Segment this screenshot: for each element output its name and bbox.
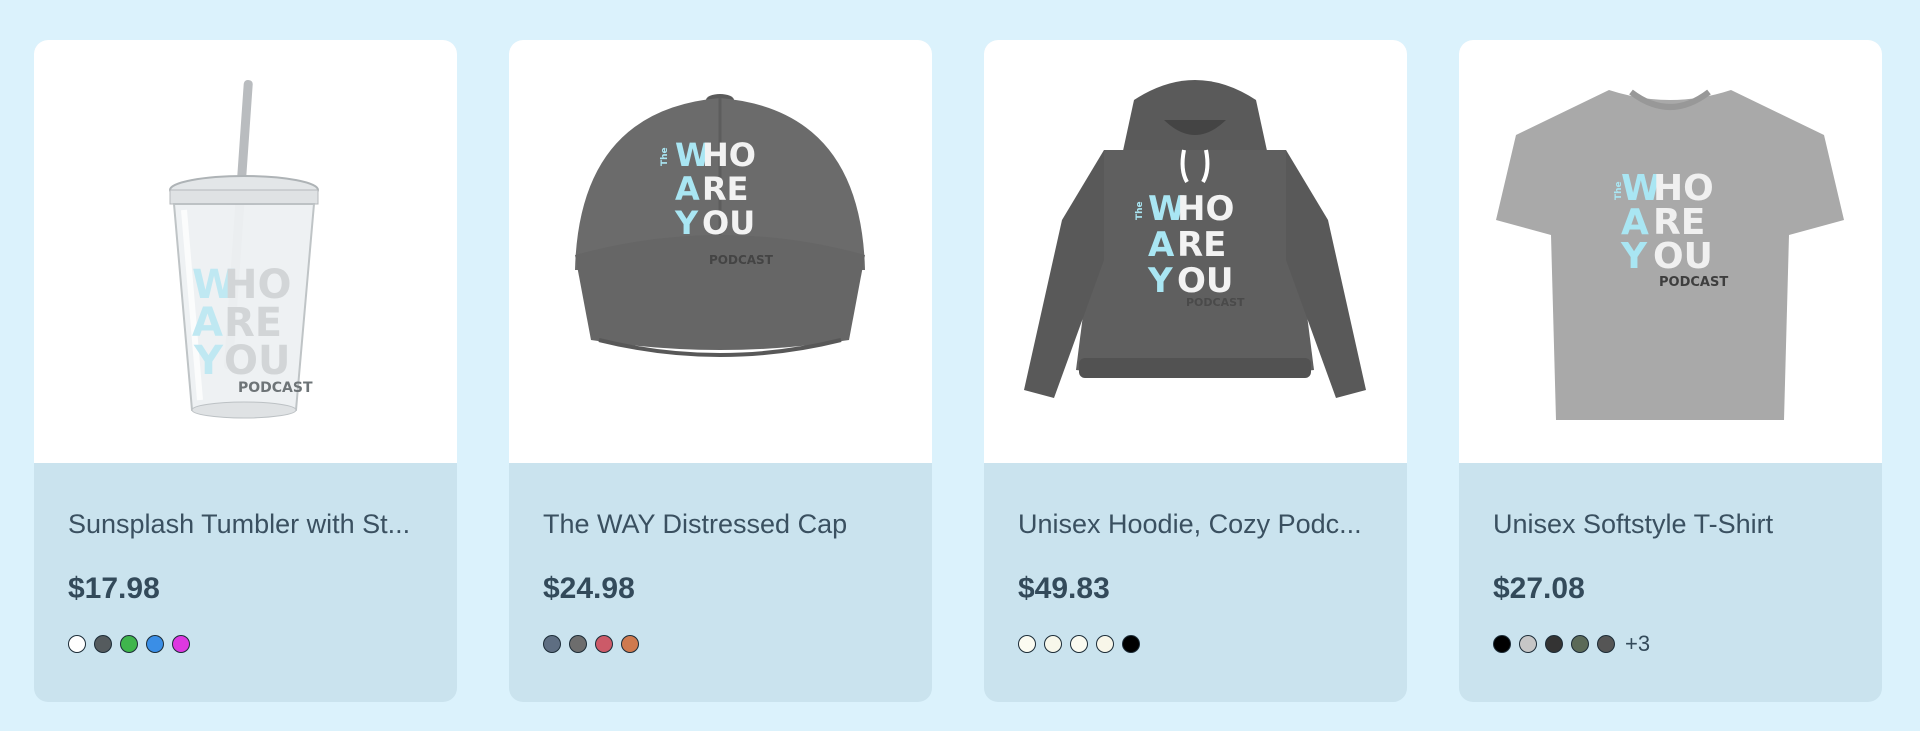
svg-text:The: The xyxy=(1135,201,1145,220)
color-swatches xyxy=(543,633,898,655)
product-image[interactable]: The W HO A RE Y OU PODCAST xyxy=(509,40,932,463)
color-swatch[interactable] xyxy=(120,635,138,653)
svg-text:Y: Y xyxy=(1620,236,1648,277)
color-swatch[interactable] xyxy=(68,635,86,653)
product-card[interactable]: The W HO A RE Y OU PODCAST Unisex Hoodie… xyxy=(984,40,1407,702)
color-swatch[interactable] xyxy=(1519,635,1537,653)
product-grid: W HO A RE Y OU PODCAST Sunsplash Tumbler… xyxy=(34,40,1882,702)
color-swatch[interactable] xyxy=(1096,635,1114,653)
color-swatches: +3 xyxy=(1493,631,1848,657)
more-colors-count[interactable]: +3 xyxy=(1625,631,1650,657)
svg-text:RE: RE xyxy=(1177,225,1226,265)
product-title[interactable]: Unisex Softstyle T-Shirt xyxy=(1493,507,1848,541)
svg-text:RE: RE xyxy=(702,170,749,208)
color-swatch[interactable] xyxy=(1070,635,1088,653)
svg-text:PODCAST: PODCAST xyxy=(1186,296,1245,309)
product-price: $24.98 xyxy=(543,572,635,605)
product-price: $27.08 xyxy=(1493,572,1585,605)
color-swatch[interactable] xyxy=(1493,635,1511,653)
svg-text:OU: OU xyxy=(1177,261,1234,301)
color-swatch[interactable] xyxy=(1597,635,1615,653)
product-title[interactable]: The WAY Distressed Cap xyxy=(543,507,898,541)
tshirt-image: The W HO A RE Y OU PODCAST xyxy=(1496,89,1844,420)
tumbler-image: W HO A RE Y OU PODCAST xyxy=(169,79,319,419)
color-swatch[interactable] xyxy=(172,635,190,653)
color-swatch[interactable] xyxy=(1571,635,1589,653)
color-swatch[interactable] xyxy=(1545,635,1563,653)
product-title[interactable]: Sunsplash Tumbler with St... xyxy=(68,507,423,541)
svg-text:PODCAST: PODCAST xyxy=(238,380,313,396)
svg-text:The: The xyxy=(660,147,670,166)
hoodie-image: The W HO A RE Y OU PODCAST xyxy=(1024,80,1366,398)
product-price: $17.98 xyxy=(68,572,160,605)
svg-text:HO: HO xyxy=(702,136,756,174)
color-swatches xyxy=(1018,633,1373,655)
color-swatch[interactable] xyxy=(595,635,613,653)
cap-image: The W HO A RE Y OU PODCAST xyxy=(575,94,865,357)
color-swatch[interactable] xyxy=(621,635,639,653)
color-swatch[interactable] xyxy=(1122,635,1140,653)
svg-text:A: A xyxy=(675,170,700,208)
svg-text:OU: OU xyxy=(224,338,290,384)
product-price: $49.83 xyxy=(1018,572,1110,605)
product-title[interactable]: Unisex Hoodie, Cozy Podc... xyxy=(1018,507,1373,541)
color-swatch[interactable] xyxy=(146,635,164,653)
color-swatch[interactable] xyxy=(94,635,112,653)
svg-text:PODCAST: PODCAST xyxy=(709,253,774,267)
svg-text:HO: HO xyxy=(1177,189,1234,229)
svg-text:A: A xyxy=(1148,225,1175,265)
product-image[interactable]: W HO A RE Y OU PODCAST xyxy=(34,40,457,463)
color-swatch[interactable] xyxy=(543,635,561,653)
product-image[interactable]: The W HO A RE Y OU PODCAST xyxy=(1459,40,1882,463)
product-card[interactable]: The W HO A RE Y OU PODCAST The WAY Distr… xyxy=(509,40,932,702)
svg-text:OU: OU xyxy=(1653,236,1713,277)
product-card[interactable]: The W HO A RE Y OU PODCAST Unisex Softst… xyxy=(1459,40,1882,702)
color-swatch[interactable] xyxy=(1044,635,1062,653)
color-swatch[interactable] xyxy=(569,635,587,653)
color-swatches xyxy=(68,633,423,655)
svg-text:Y: Y xyxy=(193,338,224,384)
svg-text:Y: Y xyxy=(1147,261,1173,301)
color-swatch[interactable] xyxy=(1018,635,1036,653)
product-image[interactable]: The W HO A RE Y OU PODCAST xyxy=(984,40,1407,463)
svg-text:Y: Y xyxy=(674,204,699,242)
svg-text:PODCAST: PODCAST xyxy=(1659,275,1728,290)
svg-text:OU: OU xyxy=(702,204,755,242)
product-card[interactable]: W HO A RE Y OU PODCAST Sunsplash Tumbler… xyxy=(34,40,457,702)
